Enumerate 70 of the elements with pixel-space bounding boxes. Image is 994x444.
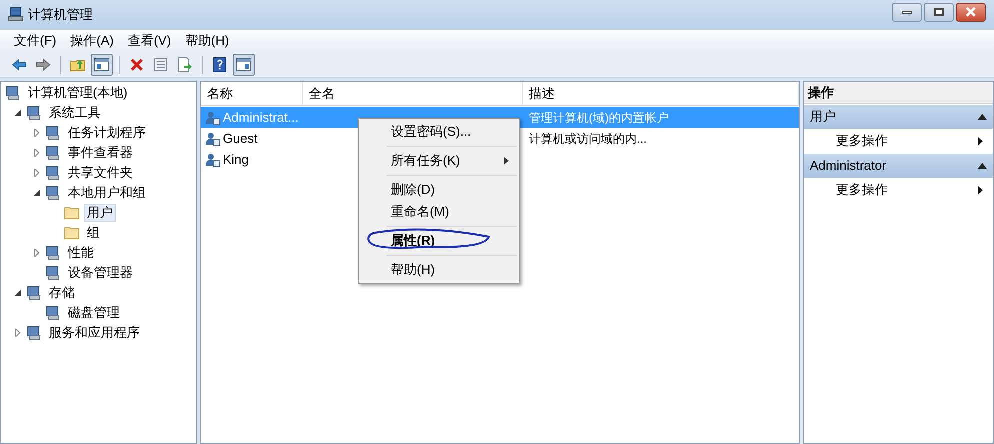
menu-item[interactable]: 删除(D) [359, 179, 519, 201]
tree-item[interactable]: 共享文件夹 [65, 164, 136, 182]
collapse-arrow-icon[interactable] [978, 114, 987, 120]
pane-toggle-icon [236, 56, 252, 72]
toolbar-button[interactable] [233, 54, 255, 76]
menu-item[interactable]: 所有任务(K) [359, 150, 519, 172]
collapsed-arrow-icon[interactable] [14, 329, 22, 337]
collapsed-arrow-icon[interactable] [33, 129, 41, 137]
forward-arrow-icon [35, 56, 51, 72]
folder-icon [64, 226, 80, 240]
submenu-arrow-icon [978, 136, 983, 146]
tree-item[interactable]: 性能 [65, 244, 97, 262]
menu-item[interactable]: 操作(A) [64, 31, 120, 51]
folder-icon [64, 206, 80, 220]
close-button[interactable] [956, 2, 986, 22]
export-icon [177, 56, 193, 72]
section-header[interactable]: Administrator [804, 154, 993, 178]
section-header[interactable]: 用户 [804, 105, 993, 129]
menu-item[interactable]: 属性(R) [359, 230, 519, 252]
window-title: 计算机管理 [28, 6, 93, 24]
menu-item[interactable]: 帮助(H) [179, 31, 236, 51]
tree-item[interactable]: 存储 [46, 284, 78, 302]
user-name[interactable]: Guest [223, 128, 258, 148]
menu-item[interactable]: 重命名(M) [359, 201, 519, 223]
collapsed-arrow-icon[interactable] [33, 169, 41, 177]
action-item[interactable]: 更多操作 [804, 178, 993, 202]
tree-item[interactable]: 任务计划程序 [65, 124, 149, 142]
minimize-button[interactable] [892, 2, 922, 22]
tree-item[interactable]: 事件查看器 [65, 144, 136, 162]
submenu-arrow-icon [504, 157, 509, 165]
back-arrow-icon [11, 56, 27, 72]
tree-item[interactable]: 组 [84, 224, 103, 242]
properties-icon [153, 56, 169, 72]
menu-item[interactable]: 查看(V) [122, 31, 178, 51]
collapse-arrow-icon[interactable] [978, 163, 987, 169]
pane-title: 操作 [804, 82, 993, 104]
column-header[interactable]: 描述 [523, 82, 799, 105]
tree-item[interactable]: 用户 [84, 204, 116, 222]
collapsed-arrow-icon[interactable] [33, 249, 41, 257]
help-icon [212, 56, 228, 72]
description-text: 计算机或访问域的内... [529, 132, 648, 146]
user-icon [205, 110, 221, 126]
expanded-arrow-icon[interactable] [14, 109, 22, 117]
tree-item[interactable]: 磁盘管理 [65, 304, 123, 322]
menu-item[interactable]: 设置密码(S)... [359, 121, 519, 143]
menu-item[interactable]: 帮助(H) [359, 259, 519, 281]
expanded-arrow-icon[interactable] [14, 289, 22, 297]
column-header[interactable]: 名称 [201, 82, 303, 105]
computer-icon [8, 7, 24, 23]
delete-icon [129, 56, 145, 72]
column-header[interactable]: 全名 [303, 82, 523, 105]
collapsed-arrow-icon[interactable] [33, 149, 41, 157]
maximize-button[interactable] [924, 2, 954, 22]
expanded-arrow-icon[interactable] [33, 189, 41, 197]
description-text: 管理计算机(域)的内置帐户 [529, 110, 669, 125]
menu-item[interactable]: 文件(F) [8, 31, 63, 51]
action-item[interactable]: 更多操作 [804, 129, 993, 153]
tree-item[interactable]: 本地用户和组 [65, 184, 149, 202]
tree-item[interactable]: 系统工具 [46, 104, 104, 122]
tree-item[interactable]: 服务和应用程序 [46, 324, 143, 342]
user-icon [205, 130, 221, 146]
close-icon [965, 7, 977, 17]
user-icon [205, 152, 221, 168]
user-name[interactable]: King [223, 150, 250, 170]
tree-item[interactable]: 计算机管理(本地) [25, 84, 131, 102]
submenu-arrow-icon [978, 186, 983, 194]
tree-item[interactable]: 设备管理器 [65, 264, 136, 282]
toolbar-button[interactable] [91, 54, 113, 76]
pane-toggle-icon [94, 56, 110, 72]
computer-icon [5, 85, 21, 101]
